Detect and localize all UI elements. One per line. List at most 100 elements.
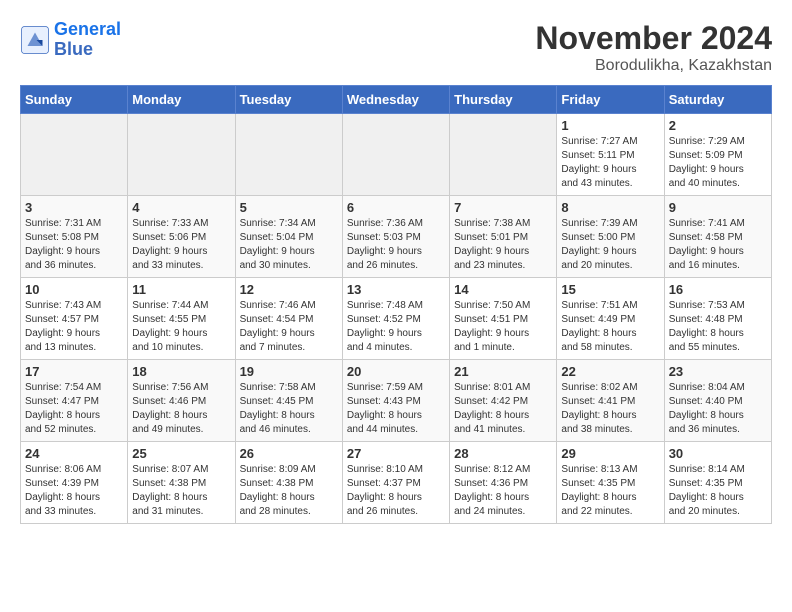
calendar-cell: 3Sunrise: 7:31 AM Sunset: 5:08 PM Daylig… <box>21 196 128 278</box>
day-number: 24 <box>25 446 123 461</box>
day-info: Sunrise: 7:29 AM Sunset: 5:09 PM Dayligh… <box>669 135 767 191</box>
day-info: Sunrise: 7:43 AM Sunset: 4:57 PM Dayligh… <box>25 299 123 355</box>
logo-text: General Blue <box>54 20 121 60</box>
calendar-cell <box>342 114 449 196</box>
day-info: Sunrise: 8:12 AM Sunset: 4:36 PM Dayligh… <box>454 463 552 519</box>
calendar-cell: 7Sunrise: 7:38 AM Sunset: 5:01 PM Daylig… <box>450 196 557 278</box>
day-number: 10 <box>25 282 123 297</box>
calendar-body: 1 Sunrise: 7:27 AM Sunset: 5:11 PM Daylig… <box>21 114 772 524</box>
calendar-cell: 9Sunrise: 7:41 AM Sunset: 4:58 PM Daylig… <box>664 196 771 278</box>
day-info: Sunrise: 7:46 AM Sunset: 4:54 PM Dayligh… <box>240 299 338 355</box>
day-number: 29 <box>561 446 659 461</box>
weekday-header-row: SundayMondayTuesdayWednesdayThursdayFrid… <box>21 86 772 114</box>
calendar-cell: 23Sunrise: 8:04 AM Sunset: 4:40 PM Dayli… <box>664 360 771 442</box>
day-info: Sunrise: 7:50 AM Sunset: 4:51 PM Dayligh… <box>454 299 552 355</box>
day-info: Sunrise: 7:53 AM Sunset: 4:48 PM Dayligh… <box>669 299 767 355</box>
logo: General Blue <box>20 20 121 60</box>
calendar-week-row: 17Sunrise: 7:54 AM Sunset: 4:47 PM Dayli… <box>21 360 772 442</box>
calendar-cell: 17Sunrise: 7:54 AM Sunset: 4:47 PM Dayli… <box>21 360 128 442</box>
day-number: 4 <box>132 200 230 215</box>
day-info: Sunrise: 8:06 AM Sunset: 4:39 PM Dayligh… <box>25 463 123 519</box>
day-info: Sunrise: 7:33 AM Sunset: 5:06 PM Dayligh… <box>132 217 230 273</box>
weekday-header: Friday <box>557 86 664 114</box>
day-number: 28 <box>454 446 552 461</box>
day-number: 11 <box>132 282 230 297</box>
weekday-header: Tuesday <box>235 86 342 114</box>
day-info: Sunrise: 7:44 AM Sunset: 4:55 PM Dayligh… <box>132 299 230 355</box>
day-number: 14 <box>454 282 552 297</box>
header: General Blue November 2024 Borodulikha, … <box>20 20 772 75</box>
day-info: Sunrise: 7:34 AM Sunset: 5:04 PM Dayligh… <box>240 217 338 273</box>
day-number: 18 <box>132 364 230 379</box>
day-info: Sunrise: 8:02 AM Sunset: 4:41 PM Dayligh… <box>561 381 659 437</box>
calendar-week-row: 10 Sunrise: 7:43 AM Sunset: 4:57 PM Dayli… <box>21 278 772 360</box>
calendar-cell: 22 Sunrise: 8:02 AM Sunset: 4:41 PM Dayli… <box>557 360 664 442</box>
calendar-cell: 19Sunrise: 7:58 AM Sunset: 4:45 PM Dayli… <box>235 360 342 442</box>
calendar-cell <box>21 114 128 196</box>
calendar-cell: 29 Sunrise: 8:13 AM Sunset: 4:35 PM Dayli… <box>557 442 664 524</box>
day-number: 16 <box>669 282 767 297</box>
day-info: Sunrise: 8:01 AM Sunset: 4:42 PM Dayligh… <box>454 381 552 437</box>
calendar-cell: 10 Sunrise: 7:43 AM Sunset: 4:57 PM Dayli… <box>21 278 128 360</box>
calendar-cell: 6Sunrise: 7:36 AM Sunset: 5:03 PM Daylig… <box>342 196 449 278</box>
day-number: 17 <box>25 364 123 379</box>
day-info: Sunrise: 8:13 AM Sunset: 4:35 PM Dayligh… <box>561 463 659 519</box>
calendar-cell: 27 Sunrise: 8:10 AM Sunset: 4:37 PM Dayli… <box>342 442 449 524</box>
calendar-week-row: 24 Sunrise: 8:06 AM Sunset: 4:39 PM Dayli… <box>21 442 772 524</box>
calendar-cell: 21Sunrise: 8:01 AM Sunset: 4:42 PM Dayli… <box>450 360 557 442</box>
calendar-cell: 12 Sunrise: 7:46 AM Sunset: 4:54 PM Dayli… <box>235 278 342 360</box>
weekday-header: Thursday <box>450 86 557 114</box>
day-info: Sunrise: 7:39 AM Sunset: 5:00 PM Dayligh… <box>561 217 659 273</box>
calendar-cell: 15Sunrise: 7:51 AM Sunset: 4:49 PM Dayli… <box>557 278 664 360</box>
calendar-cell: 28 Sunrise: 8:12 AM Sunset: 4:36 PM Dayli… <box>450 442 557 524</box>
day-number: 23 <box>669 364 767 379</box>
day-number: 9 <box>669 200 767 215</box>
day-info: Sunrise: 7:56 AM Sunset: 4:46 PM Dayligh… <box>132 381 230 437</box>
weekday-header: Wednesday <box>342 86 449 114</box>
calendar-week-row: 1 Sunrise: 7:27 AM Sunset: 5:11 PM Daylig… <box>21 114 772 196</box>
day-number: 25 <box>132 446 230 461</box>
month-title: November 2024 <box>535 20 772 57</box>
calendar-cell: 24 Sunrise: 8:06 AM Sunset: 4:39 PM Dayli… <box>21 442 128 524</box>
day-number: 2 <box>669 118 767 133</box>
day-number: 27 <box>347 446 445 461</box>
calendar-cell <box>128 114 235 196</box>
calendar-cell: 5 Sunrise: 7:34 AM Sunset: 5:04 PM Daylig… <box>235 196 342 278</box>
day-info: Sunrise: 7:38 AM Sunset: 5:01 PM Dayligh… <box>454 217 552 273</box>
title-area: November 2024 Borodulikha, Kazakhstan <box>535 20 772 75</box>
day-info: Sunrise: 7:48 AM Sunset: 4:52 PM Dayligh… <box>347 299 445 355</box>
calendar-week-row: 3Sunrise: 7:31 AM Sunset: 5:08 PM Daylig… <box>21 196 772 278</box>
day-info: Sunrise: 8:07 AM Sunset: 4:38 PM Dayligh… <box>132 463 230 519</box>
day-number: 3 <box>25 200 123 215</box>
calendar-cell: 18 Sunrise: 7:56 AM Sunset: 4:46 PM Dayli… <box>128 360 235 442</box>
calendar-cell: 26 Sunrise: 8:09 AM Sunset: 4:38 PM Dayli… <box>235 442 342 524</box>
calendar-cell <box>450 114 557 196</box>
day-number: 5 <box>240 200 338 215</box>
calendar-cell: 14 Sunrise: 7:50 AM Sunset: 4:51 PM Dayli… <box>450 278 557 360</box>
day-number: 26 <box>240 446 338 461</box>
calendar-cell: 1 Sunrise: 7:27 AM Sunset: 5:11 PM Daylig… <box>557 114 664 196</box>
day-info: Sunrise: 7:58 AM Sunset: 4:45 PM Dayligh… <box>240 381 338 437</box>
calendar-table: SundayMondayTuesdayWednesdayThursdayFrid… <box>20 85 772 524</box>
calendar-cell: 25 Sunrise: 8:07 AM Sunset: 4:38 PM Dayli… <box>128 442 235 524</box>
day-number: 30 <box>669 446 767 461</box>
calendar-cell: 11 Sunrise: 7:44 AM Sunset: 4:55 PM Dayli… <box>128 278 235 360</box>
logo-icon <box>20 25 50 55</box>
day-info: Sunrise: 7:27 AM Sunset: 5:11 PM Dayligh… <box>561 135 659 191</box>
day-info: Sunrise: 7:59 AM Sunset: 4:43 PM Dayligh… <box>347 381 445 437</box>
day-info: Sunrise: 7:51 AM Sunset: 4:49 PM Dayligh… <box>561 299 659 355</box>
day-info: Sunrise: 8:10 AM Sunset: 4:37 PM Dayligh… <box>347 463 445 519</box>
calendar-header: SundayMondayTuesdayWednesdayThursdayFrid… <box>21 86 772 114</box>
calendar-cell <box>235 114 342 196</box>
day-number: 1 <box>561 118 659 133</box>
day-number: 12 <box>240 282 338 297</box>
day-number: 22 <box>561 364 659 379</box>
calendar-cell: 30Sunrise: 8:14 AM Sunset: 4:35 PM Dayli… <box>664 442 771 524</box>
day-number: 8 <box>561 200 659 215</box>
weekday-header: Sunday <box>21 86 128 114</box>
day-info: Sunrise: 8:09 AM Sunset: 4:38 PM Dayligh… <box>240 463 338 519</box>
calendar-cell: 16 Sunrise: 7:53 AM Sunset: 4:48 PM Dayli… <box>664 278 771 360</box>
calendar-cell: 13Sunrise: 7:48 AM Sunset: 4:52 PM Dayli… <box>342 278 449 360</box>
day-info: Sunrise: 7:36 AM Sunset: 5:03 PM Dayligh… <box>347 217 445 273</box>
calendar-cell: 4 Sunrise: 7:33 AM Sunset: 5:06 PM Daylig… <box>128 196 235 278</box>
